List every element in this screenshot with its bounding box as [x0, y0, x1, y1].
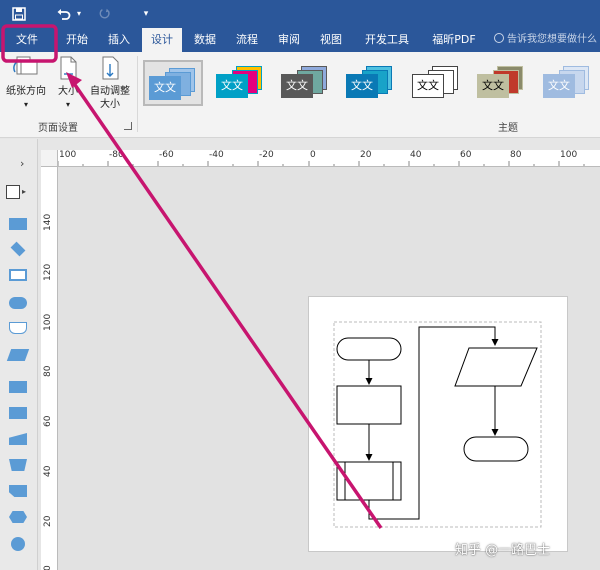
tab-file[interactable]: 文件: [4, 28, 50, 52]
page-size-icon: [60, 56, 77, 80]
decision-shape-icon[interactable]: [10, 241, 26, 257]
preparation-shape-icon[interactable]: [9, 511, 27, 523]
auto-size-icon: [102, 56, 119, 80]
ribbon-panel: 纸张方向 ▾ 大小 ▾ 自动调整 大小 页面设置 文文 文文 文文 文文 文文 …: [0, 52, 600, 138]
theme-2[interactable]: 文文: [212, 60, 272, 106]
chevron-down-icon[interactable]: ▾: [74, 4, 84, 24]
tell-me-text: 告诉我您想要做什么: [507, 34, 597, 45]
auto-size-label-2: 大小: [100, 99, 120, 110]
chevron-right-icon[interactable]: ›: [20, 157, 24, 170]
ruler-corner: [41, 150, 58, 167]
tab-view[interactable]: 视图: [312, 28, 350, 52]
document-shape-icon[interactable]: [9, 322, 27, 334]
horizontal-ruler: 100 -80 -60 -40 -20 0 20 40 60 80 100: [58, 150, 600, 167]
chevron-down-icon: ▾: [23, 100, 28, 109]
start-terminator-shape[interactable]: [336, 337, 402, 361]
ruler-tick-label: 60: [43, 415, 53, 427]
ruler-tick-label: 0: [43, 565, 53, 570]
data-shape[interactable]: [454, 347, 538, 387]
chevron-down-icon: ▾: [65, 100, 70, 109]
predefined-shape-icon[interactable]: [9, 381, 27, 393]
data-shape-icon[interactable]: [6, 349, 30, 361]
manual-operation-shape-icon[interactable]: [9, 459, 27, 471]
orientation-icon: [13, 56, 38, 75]
group-separator: [137, 56, 138, 132]
auto-size-label-1: 自动调整: [90, 86, 130, 97]
theme-1[interactable]: 文文: [143, 60, 203, 106]
ruler-tick-label: 40: [43, 465, 53, 477]
theme-7[interactable]: 文文: [539, 60, 599, 106]
auto-size-button[interactable]: 自动调整 大小: [86, 54, 134, 111]
horizontal-ruler-ticks: [58, 161, 585, 166]
orientation-button[interactable]: 纸张方向 ▾: [2, 54, 50, 111]
drawing-page[interactable]: [308, 296, 568, 552]
ruler-tick-label: 120: [43, 263, 53, 281]
tab-developer[interactable]: 开发工具: [356, 28, 418, 52]
vertical-ruler: 140 120 100 80 60 40 20 0: [41, 167, 58, 570]
predefined-process-shape[interactable]: [336, 461, 402, 501]
ruler-tick-label: 80: [43, 365, 53, 377]
save-icon[interactable]: [8, 4, 30, 24]
chevron-right-icon: ▸: [22, 187, 27, 196]
end-terminator-shape[interactable]: [463, 436, 529, 462]
terminator-shape-icon[interactable]: [9, 297, 27, 309]
dialog-launcher-icon[interactable]: [124, 122, 132, 130]
tab-insert[interactable]: 插入: [100, 28, 138, 52]
theme-front-card: 文文: [149, 76, 181, 100]
ruler-tick-label: 140: [43, 213, 53, 231]
tab-review[interactable]: 审阅: [270, 28, 308, 52]
flowchart-diagram: [333, 321, 542, 528]
manual-input-shape-icon[interactable]: [9, 433, 27, 445]
page-setup-group-label: 页面设置: [38, 123, 78, 134]
subprocess-shape-icon[interactable]: [9, 269, 27, 281]
quick-access-toolbar: ▾ ▾: [0, 0, 600, 28]
theme-front-card: 文文: [281, 74, 313, 98]
theme-5[interactable]: 文文: [408, 60, 468, 106]
tell-me-box[interactable]: 告诉我您想要做什么: [494, 28, 597, 52]
theme-front-card: 文文: [346, 74, 378, 98]
customize-icon[interactable]: ▾: [140, 4, 152, 24]
themes-group-label: 主题: [498, 123, 518, 134]
theme-front-card: 文文: [477, 74, 509, 98]
storage-shape-icon[interactable]: [9, 407, 27, 419]
theme-3[interactable]: 文文: [277, 60, 337, 106]
ruler-tick-label: 20: [43, 515, 53, 527]
drawing-canvas[interactable]: [58, 167, 600, 570]
theme-front-card: 文文: [543, 74, 575, 98]
theme-front-card: 文文: [412, 74, 444, 98]
tab-data[interactable]: 数据: [186, 28, 224, 52]
connector-shape-icon[interactable]: [11, 537, 25, 551]
theme-4[interactable]: 文文: [342, 60, 402, 106]
tab-foxit-pdf[interactable]: 福昕PDF: [424, 28, 484, 52]
stencil-icon[interactable]: [6, 185, 20, 199]
lightbulb-icon: [494, 33, 504, 43]
ribbon-tabs: 文件 开始 插入 设计 数据 流程 审阅 视图 开发工具 福昕PDF 告诉我您想…: [0, 28, 600, 52]
size-button[interactable]: 大小 ▾: [52, 54, 84, 111]
theme-6[interactable]: 文文: [473, 60, 533, 106]
redo-icon[interactable]: [96, 4, 114, 24]
ruler-tick-label: 100: [43, 313, 53, 331]
tab-process[interactable]: 流程: [228, 28, 266, 52]
shapes-panel: › ▸: [0, 139, 38, 570]
tab-home[interactable]: 开始: [58, 28, 96, 52]
size-label: 大小: [58, 86, 78, 97]
undo-icon[interactable]: [54, 4, 74, 24]
watermark-text: 知乎 @一路巴士: [455, 543, 551, 558]
process-shape[interactable]: [336, 385, 402, 425]
process-shape-icon[interactable]: [9, 218, 27, 230]
orientation-label: 纸张方向: [6, 86, 46, 97]
offpage-shape-icon[interactable]: [9, 485, 27, 497]
tab-design[interactable]: 设计: [142, 28, 182, 52]
theme-front-card: 文文: [216, 74, 248, 98]
